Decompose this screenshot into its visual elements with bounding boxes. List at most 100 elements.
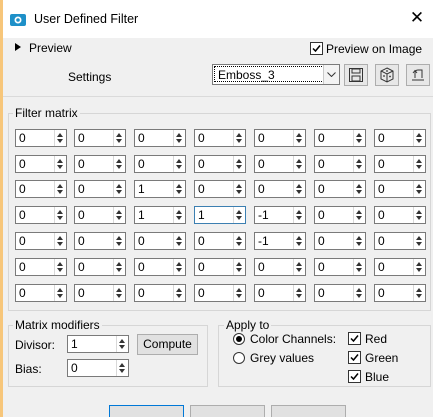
down-arrow-icon[interactable] [57,216,63,220]
matrix-cell-5-4[interactable]: 0 [254,258,306,276]
bias-input[interactable]: 0 [67,359,129,377]
matrix-cell-5-1[interactable]: 0 [74,258,126,276]
matrix-cell-3-2[interactable]: 1 [134,206,186,224]
matrix-cell-0-0[interactable]: 0 [15,129,67,147]
spin-buttons[interactable] [293,181,305,197]
spin-buttons[interactable] [173,156,185,172]
up-arrow-icon[interactable] [296,133,302,137]
up-arrow-icon[interactable] [176,159,182,163]
spin-buttons[interactable] [173,130,185,146]
matrix-cell-6-1[interactable]: 0 [74,284,126,302]
matrix-cell-1-4[interactable]: 0 [254,155,306,173]
up-arrow-icon[interactable] [236,184,242,188]
up-arrow-icon[interactable] [236,210,242,214]
matrix-cell-1-5[interactable]: 0 [314,155,366,173]
matrix-cell-1-6[interactable]: 0 [374,155,426,173]
up-arrow-icon[interactable] [176,288,182,292]
up-arrow-icon[interactable] [57,184,63,188]
help-button[interactable] [271,405,346,417]
spin-buttons[interactable] [293,156,305,172]
reset-button[interactable] [406,64,430,86]
matrix-cell-4-1[interactable]: 0 [74,232,126,250]
matrix-cell-2-4[interactable]: 0 [254,180,306,198]
up-arrow-icon[interactable] [176,210,182,214]
spin-buttons[interactable] [173,259,185,275]
up-arrow-icon[interactable] [416,288,422,292]
spin-buttons[interactable] [413,285,425,301]
up-arrow-icon[interactable] [236,159,242,163]
matrix-cell-2-1[interactable]: 0 [74,180,126,198]
up-arrow-icon[interactable] [176,262,182,266]
matrix-cell-0-6[interactable]: 0 [374,129,426,147]
randomize-button[interactable] [375,64,399,86]
down-arrow-icon[interactable] [176,190,182,194]
up-arrow-icon[interactable] [57,236,63,240]
spin-buttons[interactable] [233,285,245,301]
spin-buttons[interactable] [353,156,365,172]
down-arrow-icon[interactable] [356,294,362,298]
spin-buttons[interactable] [293,259,305,275]
matrix-cell-6-6[interactable]: 0 [374,284,426,302]
up-arrow-icon[interactable] [57,210,63,214]
spin-buttons[interactable] [353,285,365,301]
blue-checkbox[interactable] [348,370,361,383]
down-arrow-icon[interactable] [356,242,362,246]
matrix-cell-3-4[interactable]: -1 [254,206,306,224]
matrix-cell-5-3[interactable]: 0 [194,258,246,276]
up-arrow-icon[interactable] [236,288,242,292]
color-channels-radio[interactable] [233,333,245,345]
matrix-cell-5-0[interactable]: 0 [15,258,67,276]
up-arrow-icon[interactable] [416,262,422,266]
up-arrow-icon[interactable] [356,210,362,214]
preview-toggle[interactable]: Preview [29,41,72,55]
up-arrow-icon[interactable] [296,288,302,292]
down-arrow-icon[interactable] [296,294,302,298]
spin-buttons[interactable] [353,130,365,146]
up-arrow-icon[interactable] [57,262,63,266]
down-arrow-icon[interactable] [176,165,182,169]
spin-buttons[interactable] [293,207,305,223]
up-arrow-icon[interactable] [296,236,302,240]
down-arrow-icon[interactable] [116,216,122,220]
up-arrow-icon[interactable] [296,159,302,163]
down-arrow-icon[interactable] [296,190,302,194]
spin-buttons[interactable] [113,156,125,172]
ok-button[interactable] [109,405,184,417]
up-arrow-icon[interactable] [57,288,63,292]
down-arrow-icon[interactable] [416,242,422,246]
matrix-cell-4-6[interactable]: 0 [374,232,426,250]
down-arrow-icon[interactable] [296,216,302,220]
divisor-input[interactable]: 1 [67,335,129,353]
down-arrow-icon[interactable] [176,294,182,298]
down-arrow-icon[interactable] [116,190,122,194]
down-arrow-icon[interactable] [119,345,125,349]
up-arrow-icon[interactable] [416,133,422,137]
spin-buttons[interactable] [353,233,365,249]
up-arrow-icon[interactable] [176,133,182,137]
compute-button[interactable]: Compute [137,334,198,355]
down-arrow-icon[interactable] [296,268,302,272]
down-arrow-icon[interactable] [416,216,422,220]
down-arrow-icon[interactable] [116,294,122,298]
down-arrow-icon[interactable] [236,165,242,169]
spin-buttons[interactable] [233,156,245,172]
up-arrow-icon[interactable] [116,159,122,163]
matrix-cell-5-6[interactable]: 0 [374,258,426,276]
spin-buttons[interactable] [54,285,66,301]
spin-buttons[interactable] [113,259,125,275]
down-arrow-icon[interactable] [57,139,63,143]
down-arrow-icon[interactable] [296,242,302,246]
down-arrow-icon[interactable] [356,139,362,143]
down-arrow-icon[interactable] [296,139,302,143]
spin-buttons[interactable] [116,360,128,376]
down-arrow-icon[interactable] [236,190,242,194]
matrix-cell-4-3[interactable]: 0 [194,232,246,250]
down-arrow-icon[interactable] [416,139,422,143]
spin-buttons[interactable] [413,130,425,146]
matrix-cell-3-1[interactable]: 0 [74,206,126,224]
down-arrow-icon[interactable] [57,165,63,169]
down-arrow-icon[interactable] [356,165,362,169]
up-arrow-icon[interactable] [57,133,63,137]
spin-buttons[interactable] [116,336,128,352]
matrix-cell-2-6[interactable]: 0 [374,180,426,198]
